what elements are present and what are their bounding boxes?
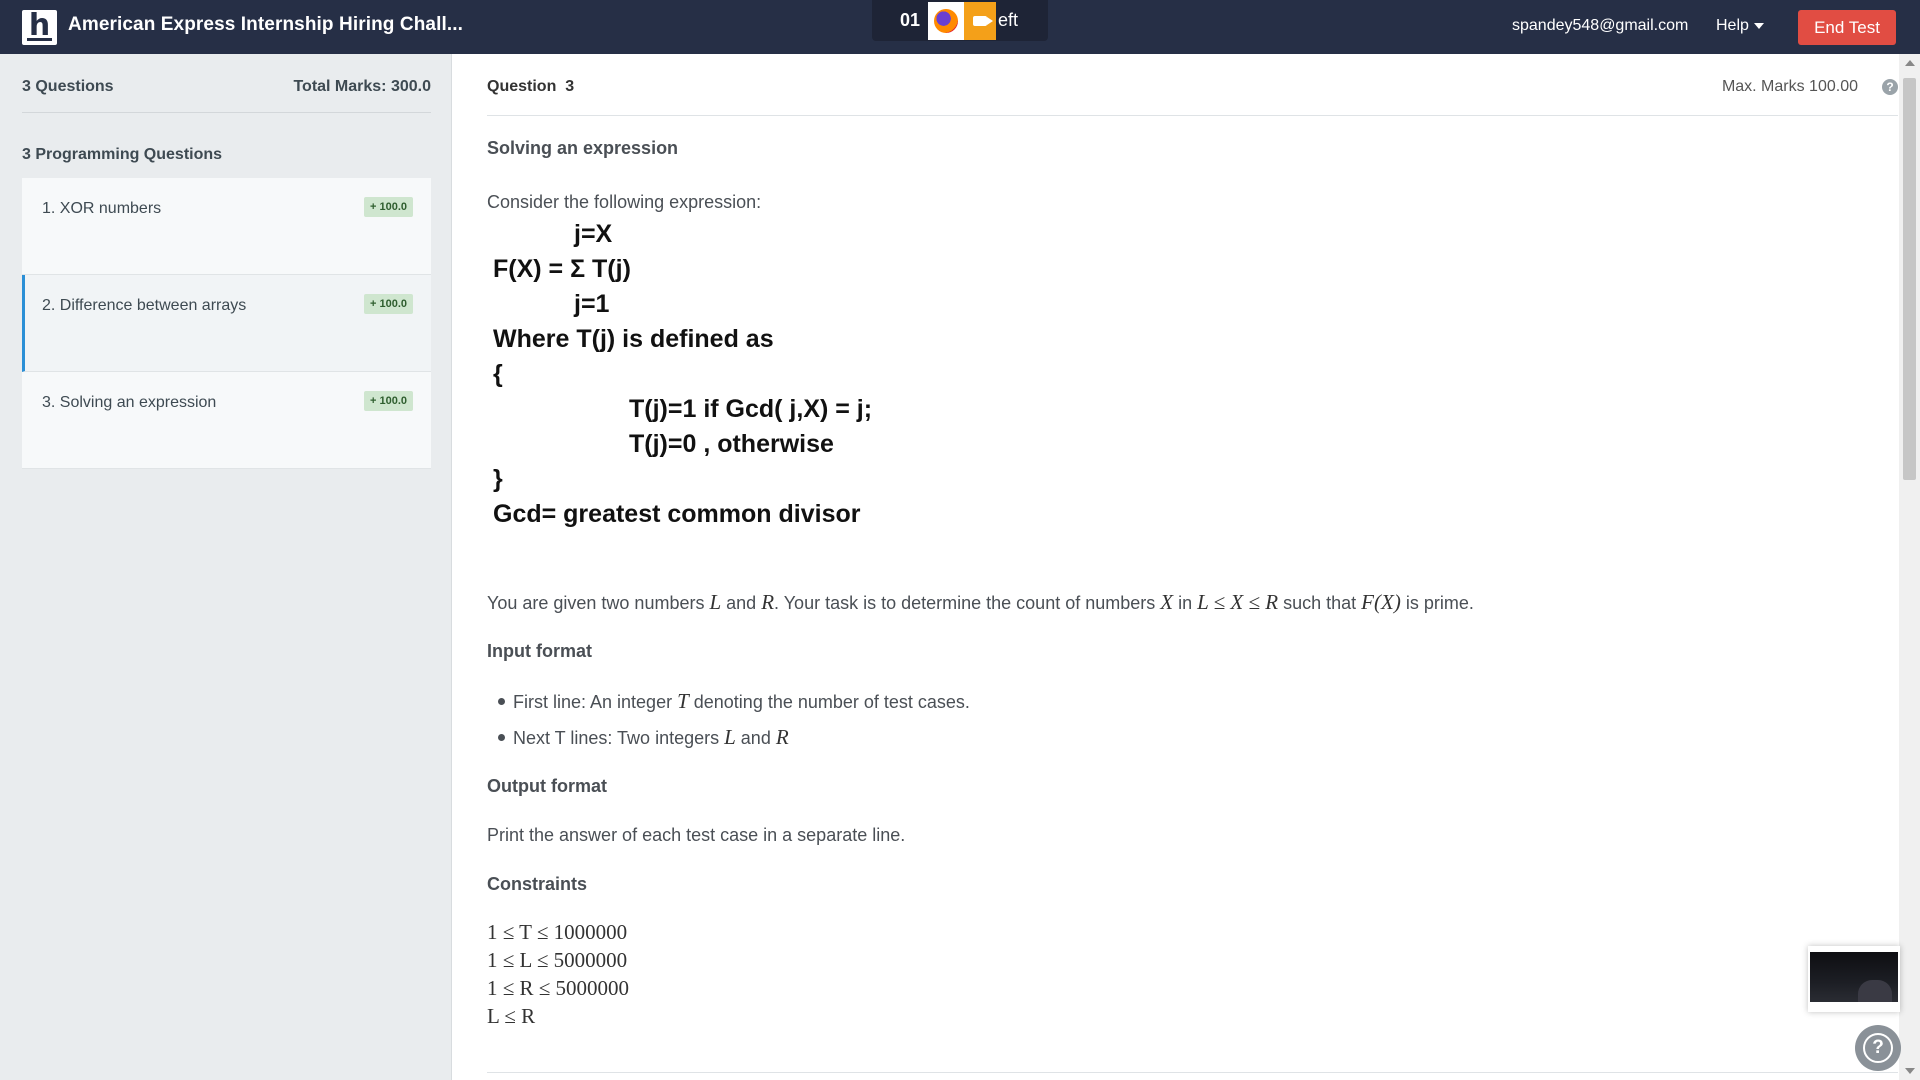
question-item-2[interactable]: 2. Difference between arrays + 100.0 bbox=[22, 275, 431, 372]
question-item-label: 2. Difference between arrays bbox=[42, 297, 247, 314]
questions-count: 3 Questions bbox=[22, 78, 114, 95]
scroll-down-icon[interactable] bbox=[1905, 1068, 1915, 1074]
user-email[interactable]: spandey548@gmail.com bbox=[1512, 17, 1688, 35]
hackerearth-logo[interactable]: h bbox=[22, 10, 57, 45]
end-test-button[interactable]: End Test bbox=[1798, 10, 1896, 45]
scroll-thumb[interactable] bbox=[1903, 78, 1916, 480]
intro-text: Consider the following expression: bbox=[487, 192, 762, 212]
page-scrollbar[interactable] bbox=[1899, 54, 1920, 1080]
question-label: Question bbox=[487, 78, 557, 95]
gcd-note: Gcd= greatest common divisor bbox=[493, 500, 861, 528]
test-title: American Express Internship Hiring Chall… bbox=[68, 14, 463, 35]
sum-lower-limit: j=1 bbox=[574, 290, 610, 318]
question-item-3[interactable]: 3. Solving an expression + 100.0 bbox=[22, 372, 431, 469]
sidebar-header: 3 Questions Total Marks: 300.0 bbox=[22, 78, 431, 113]
open-brace: { bbox=[493, 360, 503, 388]
video-camera-icon bbox=[964, 1, 997, 40]
timer-overlay: 01 eft bbox=[872, 0, 1048, 41]
problem-statement: You are given two numbers L and R. Your … bbox=[487, 590, 1474, 614]
firefox-icon bbox=[928, 1, 965, 40]
input-bullet-2: Next T lines: Two integers L and R bbox=[498, 725, 789, 749]
help-label: Help bbox=[1716, 17, 1749, 34]
marks-badge: + 100.0 bbox=[363, 294, 413, 314]
question-item-1[interactable]: 1. XOR numbers + 100.0 bbox=[22, 178, 431, 275]
constraints-title: Constraints bbox=[487, 874, 588, 894]
where-line: Where T(j) is defined as bbox=[493, 325, 774, 353]
section-title: 3 Programming Questions bbox=[22, 146, 223, 163]
constraint-2: 1 ≤ L ≤ 5000000 bbox=[487, 948, 628, 972]
webcam-feed bbox=[1810, 952, 1898, 1002]
max-marks: Max. Marks 100.00 bbox=[1721, 78, 1858, 95]
scroll-up-icon[interactable] bbox=[1905, 60, 1915, 66]
question-item-label: 1. XOR numbers bbox=[42, 200, 162, 217]
top-bar: h American Express Internship Hiring Cha… bbox=[0, 0, 1920, 54]
question-header: Question 3 Max. Marks 100.00 ? bbox=[487, 78, 1898, 116]
question-item-label: 3. Solving an expression bbox=[42, 394, 217, 411]
timer-text: eft bbox=[998, 10, 1019, 30]
support-question-icon[interactable]: ? bbox=[1855, 1025, 1901, 1071]
sum-line: F(X) = Σ T(j) bbox=[493, 255, 631, 283]
constraint-1: 1 ≤ T ≤ 1000000 bbox=[487, 920, 628, 944]
timer-digits: 01 bbox=[900, 10, 921, 30]
close-brace: } bbox=[493, 465, 503, 493]
marks-badge: + 100.0 bbox=[363, 391, 413, 411]
marks-badge: + 100.0 bbox=[363, 197, 413, 217]
question-number: Question 3 bbox=[487, 78, 574, 96]
constraint-3: 1 ≤ R ≤ 5000000 bbox=[487, 976, 630, 1000]
total-marks: Total Marks: 300.0 bbox=[293, 78, 431, 95]
question-list: 1. XOR numbers + 100.0 2. Difference bet… bbox=[22, 178, 431, 469]
sum-upper-limit: j=X bbox=[574, 220, 613, 248]
constraint-4: L ≤ R bbox=[487, 1004, 536, 1028]
case-1: T(j)=1 if Gcd( j,X) = j; bbox=[629, 395, 873, 423]
problem-title: Solving an expression bbox=[487, 138, 679, 158]
input-bullet-1: First line: An integer T denoting the nu… bbox=[498, 689, 970, 713]
help-menu[interactable]: Help bbox=[1716, 17, 1764, 35]
question-sidebar: 3 Questions Total Marks: 300.0 3 Program… bbox=[0, 54, 452, 1080]
output-format-title: Output format bbox=[487, 776, 607, 796]
question-circle-icon[interactable]: ? bbox=[1882, 79, 1898, 95]
chevron-down-icon bbox=[1753, 22, 1764, 29]
case-2: T(j)=0 , otherwise bbox=[629, 430, 834, 458]
input-format-title: Input format bbox=[487, 641, 592, 661]
question-panel: Question 3 Max. Marks 100.00 ? Solving a… bbox=[453, 54, 1899, 1080]
webcam-preview bbox=[1808, 946, 1900, 1012]
output-format-text: Print the answer of each test case in a … bbox=[487, 825, 906, 845]
question-number-value: 3 bbox=[565, 78, 575, 95]
divider bbox=[487, 1072, 1898, 1073]
